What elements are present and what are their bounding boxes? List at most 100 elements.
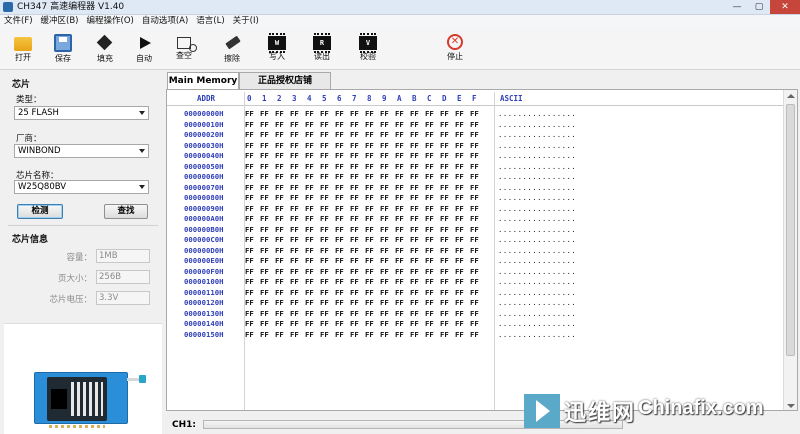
hex-byte[interactable]: FF [245, 183, 259, 194]
hex-byte[interactable]: FF [365, 214, 379, 225]
hex-byte[interactable]: FF [245, 172, 259, 183]
read-button[interactable]: R 读出 [305, 32, 339, 66]
hex-byte[interactable]: FF [275, 277, 289, 288]
hex-byte[interactable]: FF [335, 120, 349, 131]
hex-byte[interactable]: FF [395, 225, 409, 236]
hex-byte[interactable]: FF [470, 235, 484, 246]
hex-byte[interactable]: FF [290, 151, 304, 162]
hex-byte[interactable]: FF [335, 183, 349, 194]
hex-byte[interactable]: FF [365, 120, 379, 131]
hex-byte[interactable]: FF [455, 162, 469, 173]
hex-byte[interactable]: FF [425, 246, 439, 257]
hex-byte[interactable]: FF [425, 162, 439, 173]
hex-byte[interactable]: FF [245, 151, 259, 162]
hex-byte[interactable]: FF [350, 214, 364, 225]
write-button[interactable]: W 写入 [260, 32, 294, 66]
stop-button[interactable]: ✕ 停止 [438, 32, 472, 66]
hex-byte[interactable]: FF [365, 309, 379, 320]
hex-byte[interactable]: FF [245, 330, 259, 341]
hex-byte[interactable]: FF [350, 193, 364, 204]
hex-byte[interactable]: FF [455, 214, 469, 225]
save-button[interactable]: 保存 [46, 32, 80, 66]
hex-byte[interactable]: FF [440, 193, 454, 204]
hex-row[interactable]: 00000070H FF FF FF FF FF FF FF FF FF FF FF FF FF FF FF F… [167, 183, 784, 194]
hex-byte[interactable]: FF [290, 141, 304, 152]
hex-byte[interactable]: FF [365, 172, 379, 183]
hex-byte[interactable]: FF [290, 130, 304, 141]
verify-button[interactable]: V 校验 [351, 32, 385, 66]
hex-byte[interactable]: FF [305, 298, 319, 309]
chip-name-select[interactable]: W25Q80BV [14, 180, 149, 194]
hex-byte[interactable]: FF [245, 204, 259, 215]
hex-byte[interactable]: FF [395, 151, 409, 162]
hex-byte[interactable]: FF [410, 256, 424, 267]
hex-byte[interactable]: FF [410, 141, 424, 152]
hex-byte[interactable]: FF [290, 277, 304, 288]
hex-byte[interactable]: FF [380, 109, 394, 120]
hex-byte[interactable]: FF [470, 162, 484, 173]
hex-byte[interactable]: FF [260, 130, 274, 141]
erase-button[interactable]: 擦除 [215, 32, 249, 66]
hex-byte[interactable]: FF [470, 214, 484, 225]
hex-byte[interactable]: FF [470, 330, 484, 341]
hex-byte[interactable]: FF [320, 277, 334, 288]
hex-byte[interactable]: FF [440, 109, 454, 120]
hex-byte[interactable]: FF [260, 151, 274, 162]
hex-byte[interactable]: FF [410, 130, 424, 141]
search-button[interactable]: 查找 [104, 204, 148, 219]
hex-byte[interactable]: FF [290, 319, 304, 330]
hex-byte[interactable]: FF [440, 277, 454, 288]
menu-program[interactable]: 编程操作(O) [83, 15, 138, 28]
hex-byte[interactable]: FF [290, 225, 304, 236]
hex-byte[interactable]: FF [455, 288, 469, 299]
hex-byte[interactable]: FF [275, 256, 289, 267]
hex-byte[interactable]: FF [425, 183, 439, 194]
hex-byte[interactable]: FF [275, 330, 289, 341]
hex-byte[interactable]: FF [275, 183, 289, 194]
hex-byte[interactable]: FF [425, 214, 439, 225]
hex-byte[interactable]: FF [365, 246, 379, 257]
hex-byte[interactable]: FF [395, 193, 409, 204]
hex-byte[interactable]: FF [275, 151, 289, 162]
type-select[interactable]: 25 FLASH [14, 106, 149, 120]
hex-byte[interactable]: FF [335, 277, 349, 288]
hex-byte[interactable]: FF [425, 256, 439, 267]
hex-byte[interactable]: FF [305, 141, 319, 152]
hex-byte[interactable]: FF [380, 267, 394, 278]
hex-byte[interactable]: FF [470, 193, 484, 204]
hex-byte[interactable]: FF [365, 204, 379, 215]
hex-byte[interactable]: FF [380, 204, 394, 215]
hex-byte[interactable]: FF [335, 130, 349, 141]
menu-file[interactable]: 文件(F) [0, 15, 37, 28]
hex-byte[interactable]: FF [410, 267, 424, 278]
hex-byte[interactable]: FF [305, 267, 319, 278]
vertical-scrollbar[interactable] [783, 90, 797, 410]
open-button[interactable]: 打开 [6, 32, 40, 66]
hex-byte[interactable]: FF [380, 130, 394, 141]
hex-byte[interactable]: FF [245, 193, 259, 204]
minimize-button[interactable]: — [726, 0, 748, 14]
hex-byte[interactable]: FF [320, 225, 334, 236]
hex-byte[interactable]: FF [350, 225, 364, 236]
hex-byte[interactable]: FF [245, 130, 259, 141]
hex-byte[interactable]: FF [320, 246, 334, 257]
hex-byte[interactable]: FF [305, 309, 319, 320]
hex-byte[interactable]: FF [305, 225, 319, 236]
hex-byte[interactable]: FF [245, 109, 259, 120]
hex-byte[interactable]: FF [365, 130, 379, 141]
hex-row[interactable]: 00000110H FF FF FF FF FF FF FF FF FF FF FF FF FF FF FF F… [167, 288, 784, 299]
hex-byte[interactable]: FF [425, 277, 439, 288]
hex-byte[interactable]: FF [455, 277, 469, 288]
hex-byte[interactable]: FF [290, 162, 304, 173]
hex-byte[interactable]: FF [350, 183, 364, 194]
hex-byte[interactable]: FF [410, 277, 424, 288]
hex-byte[interactable]: FF [395, 162, 409, 173]
hex-byte[interactable]: FF [335, 330, 349, 341]
hex-byte[interactable]: FF [410, 214, 424, 225]
hex-byte[interactable]: FF [290, 193, 304, 204]
hex-byte[interactable]: FF [425, 151, 439, 162]
hex-byte[interactable]: FF [320, 109, 334, 120]
hex-byte[interactable]: FF [275, 141, 289, 152]
hex-byte[interactable]: FF [305, 246, 319, 257]
hex-row[interactable]: 000000F0H FF FF FF FF FF FF FF FF FF FF FF FF FF FF FF F… [167, 267, 784, 278]
